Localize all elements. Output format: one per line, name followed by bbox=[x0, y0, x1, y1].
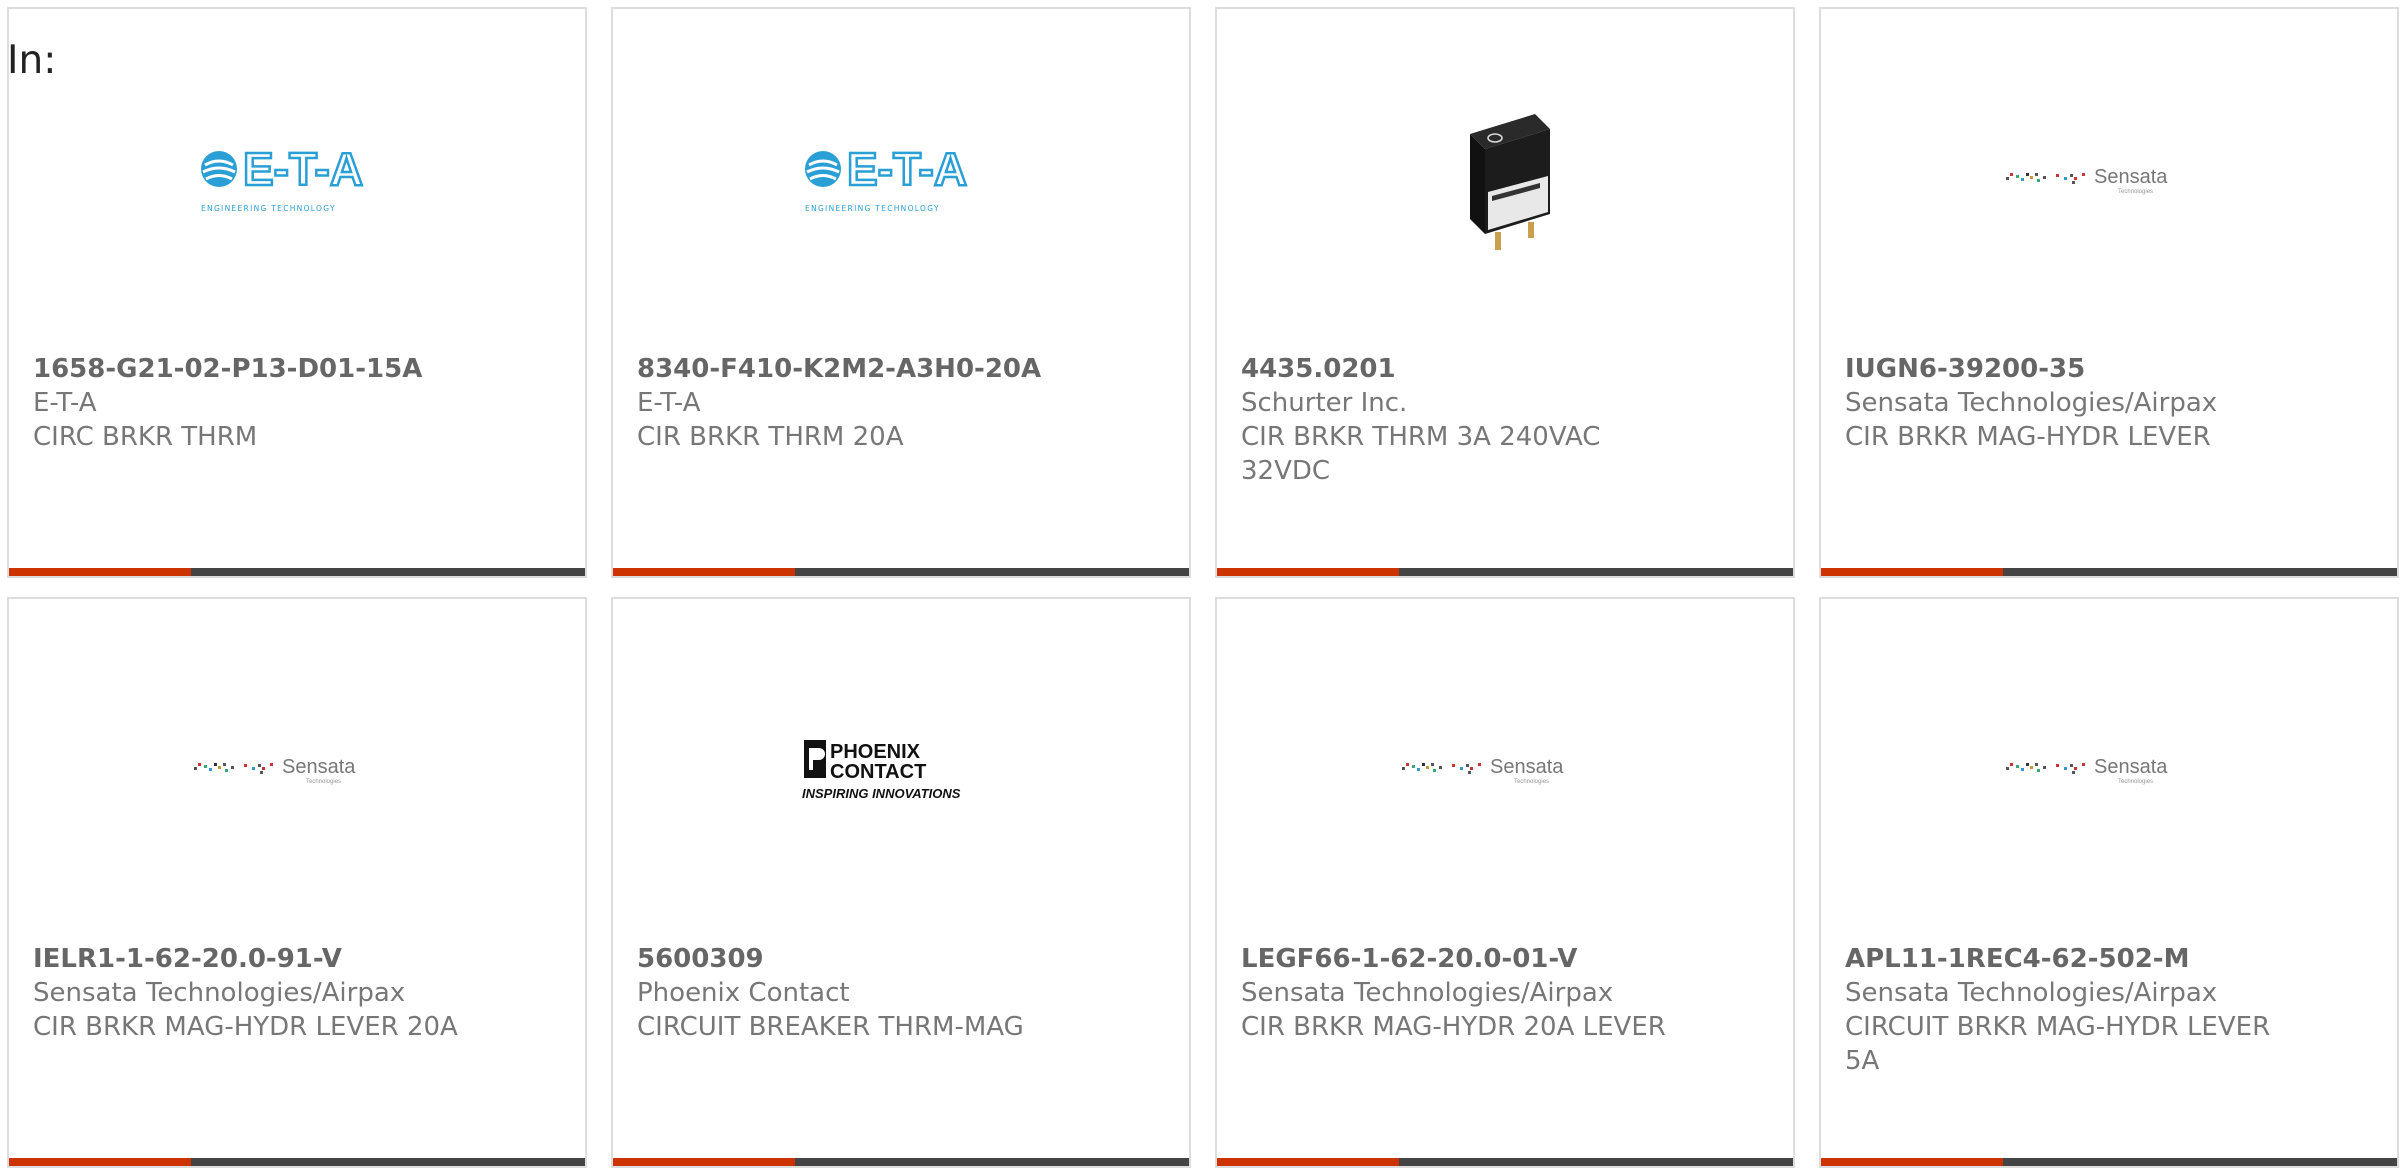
card-footer-bar bbox=[1217, 568, 1793, 576]
card-footer-bar bbox=[1821, 1158, 2397, 1166]
sensata-logo-tagline: Technologies bbox=[306, 779, 341, 785]
card-footer-accent bbox=[1217, 568, 1399, 576]
part-number-link[interactable]: 8340-F410-K2M2-A3H0-20A bbox=[637, 352, 1069, 386]
card-footer-accent bbox=[9, 1158, 191, 1166]
card-footer-accent bbox=[613, 1158, 795, 1166]
product-info: 1658-G21-02-P13-D01-15A E-T-A CIRC BRKR TH… bbox=[33, 352, 465, 454]
sensata-logo: Sensata Technologies bbox=[2006, 756, 2168, 785]
product-card[interactable]: Sensata Technologies IELR1-1-62-20.0-91-… bbox=[7, 597, 587, 1168]
eta-logo: E-T-A ENGINEERING TECHNOLOGY bbox=[805, 142, 968, 213]
card-footer-bar bbox=[613, 568, 1189, 576]
product-description: CIR BRKR THRM 20A bbox=[637, 422, 904, 452]
manufacturer-name: Schurter Inc. bbox=[1241, 388, 1408, 418]
product-description: CIRCUIT BRKR MAG-HYDR LEVER 5A bbox=[1845, 1012, 2271, 1076]
product-image[interactable]: Sensata Technologies bbox=[9, 659, 585, 879]
product-image[interactable]: Sensata Technologies bbox=[1821, 659, 2397, 879]
card-footer-accent bbox=[1821, 568, 2003, 576]
product-image[interactable]: E-T-A ENGINEERING TECHNOLOGY bbox=[9, 69, 585, 289]
sensata-logo-text: Sensata bbox=[1490, 756, 1564, 778]
product-info: IUGN6-39200-35 Sensata Technologies/Airpa… bbox=[1845, 352, 2277, 454]
product-card[interactable]: Sensata Technologies APL11-1REC4-62-502-… bbox=[1819, 597, 2399, 1168]
phoenix-logo-line2: CONTACT bbox=[830, 761, 926, 783]
product-card[interactable]: Sensata Technologies LEGF66-1-62-20.0-01… bbox=[1215, 597, 1795, 1168]
card-footer-bar bbox=[613, 1158, 1189, 1166]
card-footer-bar bbox=[1217, 1158, 1793, 1166]
part-number-link[interactable]: 5600309 bbox=[637, 942, 1069, 976]
sensata-logo-text: Sensata bbox=[2094, 756, 2168, 778]
sensata-logo-tagline: Technologies bbox=[1514, 779, 1549, 785]
sensata-logo: Sensata Technologies bbox=[2006, 166, 2168, 195]
product-image[interactable]: E-T-A ENGINEERING TECHNOLOGY bbox=[613, 69, 1189, 289]
product-image[interactable] bbox=[1217, 69, 1793, 289]
results-heading: In: bbox=[7, 38, 57, 83]
part-number-link[interactable]: IUGN6-39200-35 bbox=[1845, 352, 2277, 386]
part-number-link[interactable]: 4435.0201 bbox=[1241, 352, 1673, 386]
eta-logo-text: E-T-A bbox=[243, 143, 363, 195]
product-description: CIR BRKR THRM 3A 240VAC 32VDC bbox=[1241, 422, 1601, 486]
sensata-logo-text: Sensata bbox=[282, 756, 356, 778]
product-card[interactable]: 4435.0201 Schurter Inc. CIR BRKR THRM 3A 2… bbox=[1215, 7, 1795, 578]
product-info: APL11-1REC4-62-502-M Sensata Technologies… bbox=[1845, 942, 2277, 1078]
product-description: CIR BRKR MAG-HYDR LEVER 20A bbox=[33, 1012, 458, 1042]
product-description: CIR BRKR MAG-HYDR 20A LEVER bbox=[1241, 1012, 1666, 1042]
card-footer-accent bbox=[1821, 1158, 2003, 1166]
sensata-logo-text: Sensata bbox=[2094, 166, 2168, 188]
product-info: 8340-F410-K2M2-A3H0-20A E-T-A CIR BRKR THR… bbox=[637, 352, 1069, 454]
product-info: 5600309 Phoenix Contact CIRCUIT BREAKER TH… bbox=[637, 942, 1069, 1044]
card-footer-bar bbox=[9, 1158, 585, 1166]
manufacturer-name: E-T-A bbox=[33, 388, 97, 418]
card-footer-accent bbox=[613, 568, 795, 576]
product-description: CIR BRKR MAG-HYDR LEVER bbox=[1845, 422, 2211, 452]
sensata-logo: Sensata Technologies bbox=[194, 756, 356, 785]
product-image[interactable]: PHOENIX CONTACT INSPIRING INNOVATIONS bbox=[613, 659, 1189, 879]
part-number-link[interactable]: LEGF66-1-62-20.0-01-V bbox=[1241, 942, 1673, 976]
product-image[interactable]: Sensata Technologies bbox=[1821, 69, 2397, 289]
product-card[interactable]: PHOENIX CONTACT INSPIRING INNOVATIONS 56… bbox=[611, 597, 1191, 1168]
sensata-logo-tagline: Technologies bbox=[2118, 779, 2153, 785]
product-image[interactable]: Sensata Technologies bbox=[1217, 659, 1793, 879]
manufacturer-name: Sensata Technologies/Airpax bbox=[33, 978, 406, 1008]
circuit-breaker-photo bbox=[1470, 114, 1550, 250]
product-description: CIRC BRKR THRM bbox=[33, 422, 258, 452]
phoenix-logo: PHOENIX CONTACT INSPIRING INNOVATIONS bbox=[802, 740, 961, 801]
eta-logo-tagline: ENGINEERING TECHNOLOGY bbox=[805, 204, 940, 213]
card-footer-bar bbox=[9, 568, 585, 576]
part-number-link[interactable]: APL11-1REC4-62-502-M bbox=[1845, 942, 2277, 976]
product-card[interactable]: Sensata Technologies IUGN6-39200-35 Sensa… bbox=[1819, 7, 2399, 578]
product-card[interactable]: E-T-A ENGINEERING TECHNOLOGY 1658-G21-02… bbox=[7, 7, 587, 578]
part-number-link[interactable]: IELR1-1-62-20.0-91-V bbox=[33, 942, 465, 976]
product-card[interactable]: E-T-A ENGINEERING TECHNOLOGY 8340-F410-K… bbox=[611, 7, 1191, 578]
eta-logo-text: E-T-A bbox=[847, 143, 967, 195]
phoenix-logo-tagline: INSPIRING INNOVATIONS bbox=[802, 786, 961, 801]
product-info: LEGF66-1-62-20.0-01-V Sensata Technologie… bbox=[1241, 942, 1673, 1044]
manufacturer-name: Sensata Technologies/Airpax bbox=[1845, 978, 2218, 1008]
card-footer-bar bbox=[1821, 568, 2397, 576]
eta-logo-tagline: ENGINEERING TECHNOLOGY bbox=[201, 204, 336, 213]
phoenix-logo-line1: PHOENIX bbox=[830, 741, 921, 763]
sensata-logo: Sensata Technologies bbox=[1402, 756, 1564, 785]
card-footer-accent bbox=[1217, 1158, 1399, 1166]
card-footer-accent bbox=[9, 568, 191, 576]
part-number-link[interactable]: 1658-G21-02-P13-D01-15A bbox=[33, 352, 465, 386]
manufacturer-name: Sensata Technologies/Airpax bbox=[1845, 388, 2218, 418]
manufacturer-name: Sensata Technologies/Airpax bbox=[1241, 978, 1614, 1008]
eta-logo: E-T-A ENGINEERING TECHNOLOGY bbox=[201, 142, 364, 213]
product-info: 4435.0201 Schurter Inc. CIR BRKR THRM 3A 2… bbox=[1241, 352, 1673, 488]
manufacturer-name: E-T-A bbox=[637, 388, 701, 418]
product-info: IELR1-1-62-20.0-91-V Sensata Technologies… bbox=[33, 942, 465, 1044]
sensata-logo-tagline: Technologies bbox=[2118, 189, 2153, 195]
manufacturer-name: Phoenix Contact bbox=[637, 978, 850, 1008]
product-grid: E-T-A ENGINEERING TECHNOLOGY 1658-G21-02… bbox=[7, 7, 2399, 1168]
product-description: CIRCUIT BREAKER THRM-MAG bbox=[637, 1012, 1024, 1042]
